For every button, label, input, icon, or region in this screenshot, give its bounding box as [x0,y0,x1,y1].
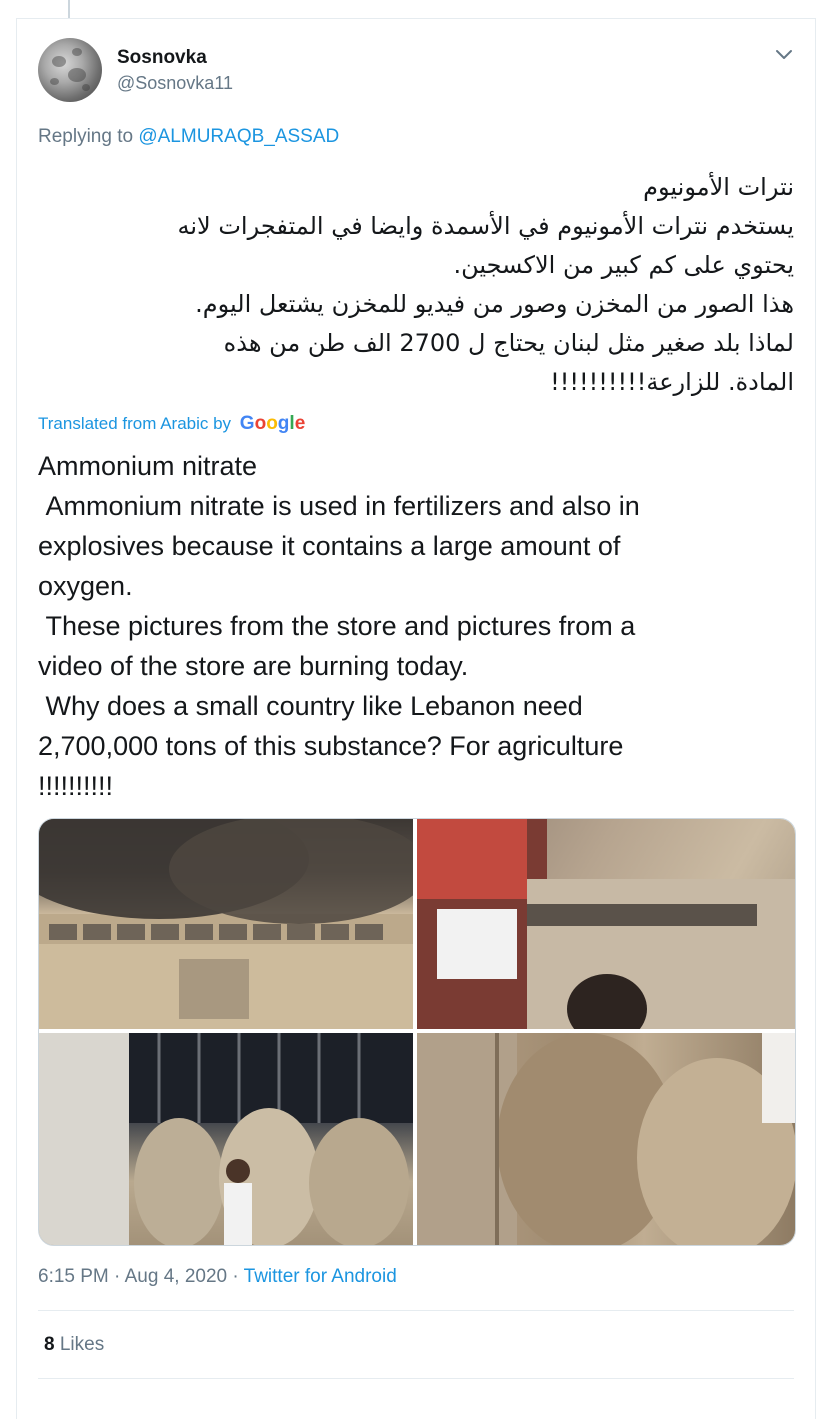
thread-connector-line [68,0,70,18]
worker-sacks-illustration [39,1033,413,1245]
divider [38,1310,794,1311]
warehouse-smoke-illustration [39,819,413,1029]
bag-closeup-illustration [417,819,795,1029]
media-image-bag-closeup[interactable] [417,819,795,1029]
arabic-line: يستخدم نترات الأمونيوم في الأسمدة وايضا … [177,212,794,240]
arabic-line: هذا الصور من المخزن وصور من فيديو للمخزن… [195,290,794,318]
media-grid[interactable] [38,818,796,1246]
google-logo: Google [239,413,306,434]
meta-separator: · [232,1266,239,1287]
media-image-stacked-sacks[interactable] [417,1033,795,1245]
arabic-line: لماذا بلد صغير مثل لبنان يحتاج ل 2700 ال… [223,329,794,357]
avatar[interactable] [38,38,102,102]
translated-label: Translated from Arabic by [38,414,232,433]
replying-to-link[interactable]: @ALMURAQB_ASSAD [138,126,339,147]
replying-prefix: Replying to [38,126,134,147]
tweet-text-arabic: نترات الأمونيوم يستخدم نترات الأمونيوم ف… [38,168,794,402]
tweet-time[interactable]: 6:15 PM [38,1266,109,1287]
tweet-date[interactable]: Aug 4, 2020 [125,1266,227,1287]
chevron-down-icon[interactable] [772,42,796,66]
likes-label: Likes [59,1334,105,1355]
translation-attribution[interactable]: Translated from Arabic by Google [38,413,305,435]
meta-separator: · [114,1266,121,1287]
tweet-metadata: 6:15 PM · Aug 4, 2020 · Twitter for Andr… [38,1266,397,1288]
author-name[interactable]: Sosnovka [117,47,207,69]
divider [38,1378,794,1379]
likes-count[interactable]: 8 Likes [44,1334,104,1356]
author-handle[interactable]: @Sosnovka11 [117,73,233,94]
stacked-sacks-illustration [417,1033,795,1245]
tweet-text-translation: Ammonium nitrate Ammonium nitrate is use… [38,451,640,801]
media-image-warehouse-smoke[interactable] [39,819,413,1029]
likes-number: 8 [44,1334,55,1355]
tweet-source[interactable]: Twitter for Android [244,1266,397,1287]
arabic-line: نترات الأمونيوم [643,173,794,201]
media-image-worker-sacks[interactable] [39,1033,413,1245]
arabic-line: المادة. للزارعة!!!!!!!!!! [550,368,794,396]
replying-to: Replying to @ALMURAQB_ASSAD [38,126,339,148]
arabic-line: يحتوي على كم كبير من الاكسجين. [453,251,794,279]
